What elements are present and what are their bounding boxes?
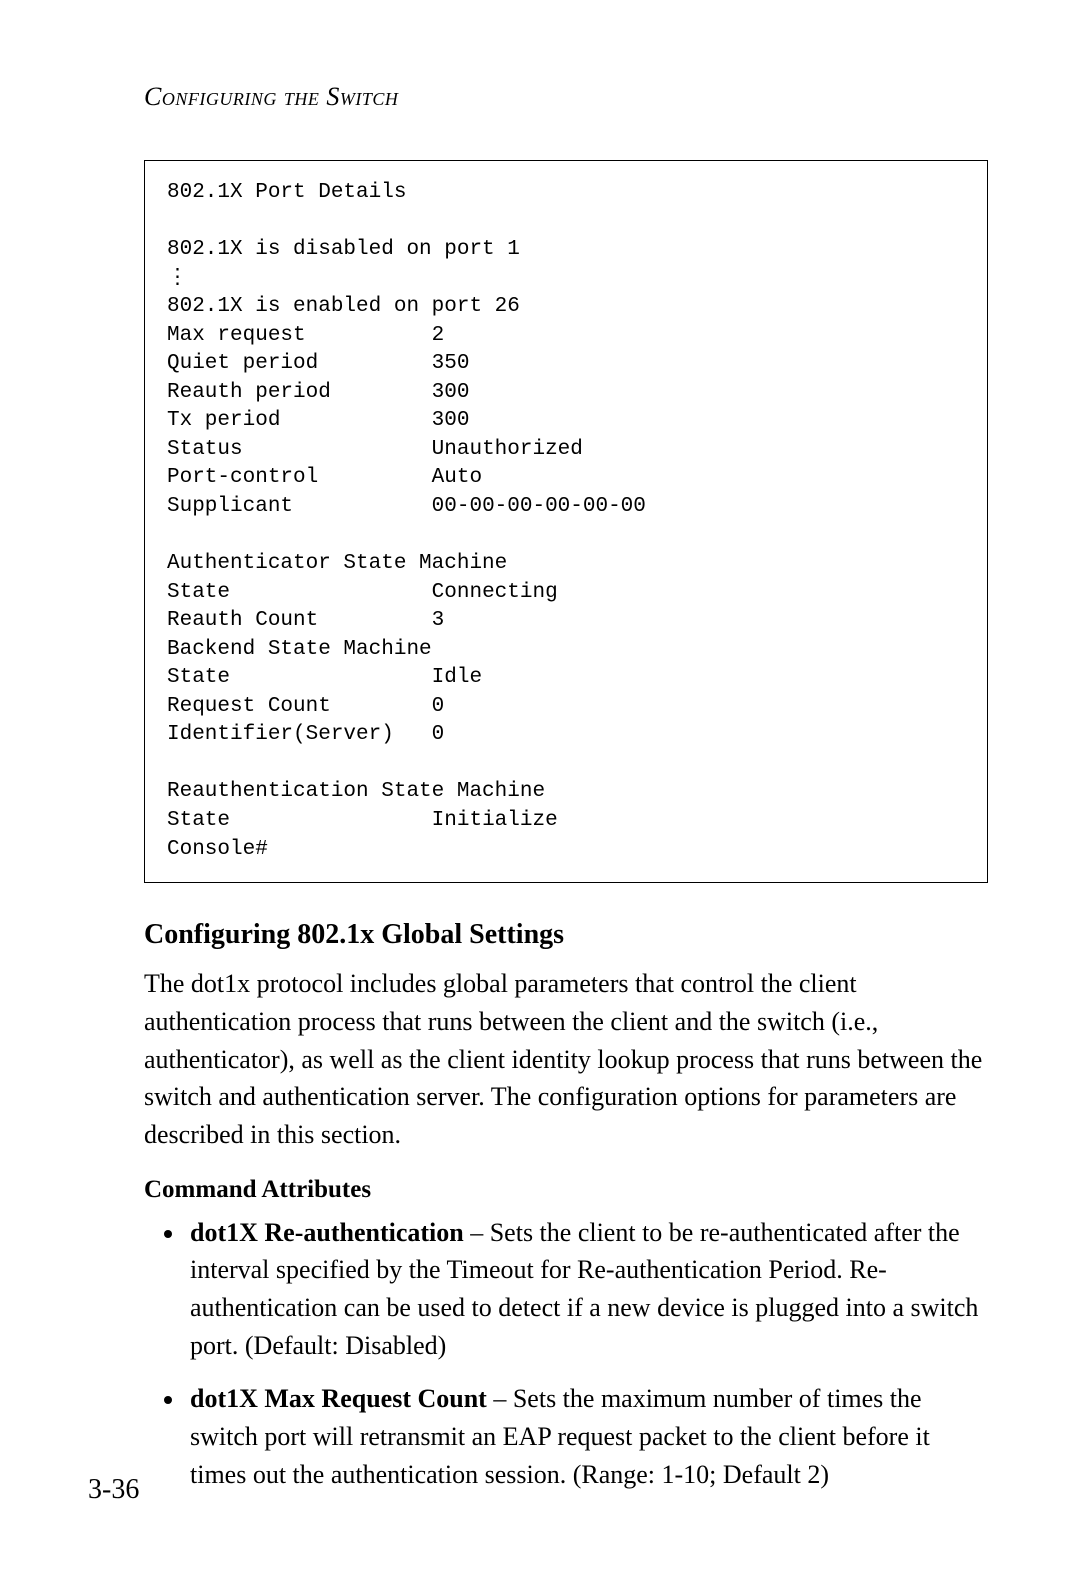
console-title: 802.1X Port Details [167,181,406,204]
console-row: Supplicant 00-00-00-00-00-00 [167,495,646,518]
bullet-term: dot1X Re-authentication [190,1218,464,1247]
console-row: Reauth Count 3 [167,609,444,632]
console-row: Max request 2 [167,324,444,347]
page-container: Configuring the Switch 802.1X Port Detai… [0,0,1080,1570]
console-row: Status Unauthorized [167,438,583,461]
console-row: Reauth period 300 [167,381,469,404]
console-reauth-header: Reauthentication State Machine [167,780,545,803]
console-enabled-line: 802.1X is enabled on port 26 [167,295,520,318]
console-row: Tx period 300 [167,409,469,432]
list-item: dot1X Max Request Count – Sets the maxim… [186,1380,988,1493]
list-item: dot1X Re-authentication – Sets the clien… [186,1214,988,1365]
console-row: Port-control Auto [167,466,482,489]
command-attributes-heading: Command Attributes [144,1176,988,1204]
console-row: State Connecting [167,581,558,604]
console-backend-header: Backend State Machine [167,638,432,661]
section-title: Configuring 802.1x Global Settings [144,919,988,951]
command-attributes-list: dot1X Re-authentication – Sets the clien… [144,1214,988,1494]
console-row: State Initialize [167,809,558,832]
page-number: 3-36 [88,1474,139,1506]
console-row: Identifier(Server) 0 [167,723,444,746]
console-prompt: Console# [167,838,268,861]
console-auth-header: Authenticator State Machine [167,552,507,575]
console-row: Quiet period 350 [167,352,469,375]
console-disabled-line: 802.1X is disabled on port 1 [167,238,520,261]
bullet-term: dot1X Max Request Count [190,1384,487,1413]
console-row: State Idle [167,666,482,689]
section-body-paragraph: The dot1x protocol includes global param… [144,965,988,1153]
console-output-box: 802.1X Port Details 802.1X is disabled o… [144,160,988,883]
running-header: Configuring the Switch [144,82,988,112]
ellipsis-icon: ⋮ [167,268,188,289]
console-row: Request Count 0 [167,695,444,718]
